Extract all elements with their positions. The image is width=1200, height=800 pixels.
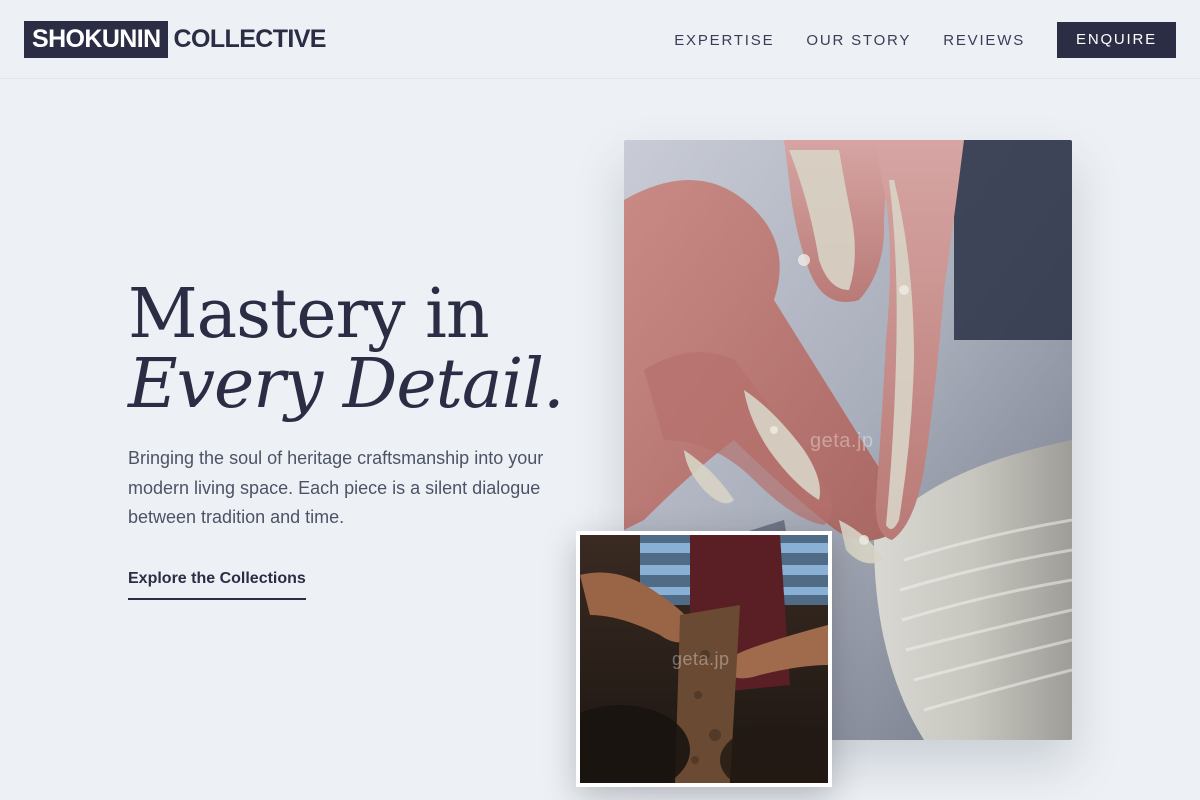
craftsman-photo: geta.jp <box>576 531 832 787</box>
hero-description: Bringing the soul of heritage craftsmans… <box>128 448 544 527</box>
hero-title-line2: Every Detail. <box>128 345 565 424</box>
main-nav: EXPERTISE OUR STORY REVIEWS ENQUIRE <box>674 22 1176 58</box>
enquire-button[interactable]: ENQUIRE <box>1057 22 1176 58</box>
craftsman-illustration <box>580 535 828 783</box>
logo-secondary: COLLECTIVE <box>173 25 327 53</box>
nav-link-expertise[interactable]: EXPERTISE <box>674 32 774 49</box>
hero-title-line1: Mastery in <box>128 275 490 354</box>
logo-primary: SHOKUNIN <box>24 21 168 58</box>
brand-logo[interactable]: SHOKUNIN COLLECTIVE <box>24 21 326 58</box>
nav-link-reviews[interactable]: REVIEWS <box>943 32 1025 49</box>
hero-title: Mastery in Every Detail. <box>128 280 588 420</box>
nav-link-our-story[interactable]: OUR STORY <box>806 32 911 49</box>
hero-section: Mastery in Every Detail. Bringing the so… <box>128 280 588 600</box>
site-header: SHOKUNIN COLLECTIVE EXPERTISE OUR STORY … <box>0 0 1200 79</box>
explore-collections-link[interactable]: Explore the Collections <box>128 570 306 600</box>
